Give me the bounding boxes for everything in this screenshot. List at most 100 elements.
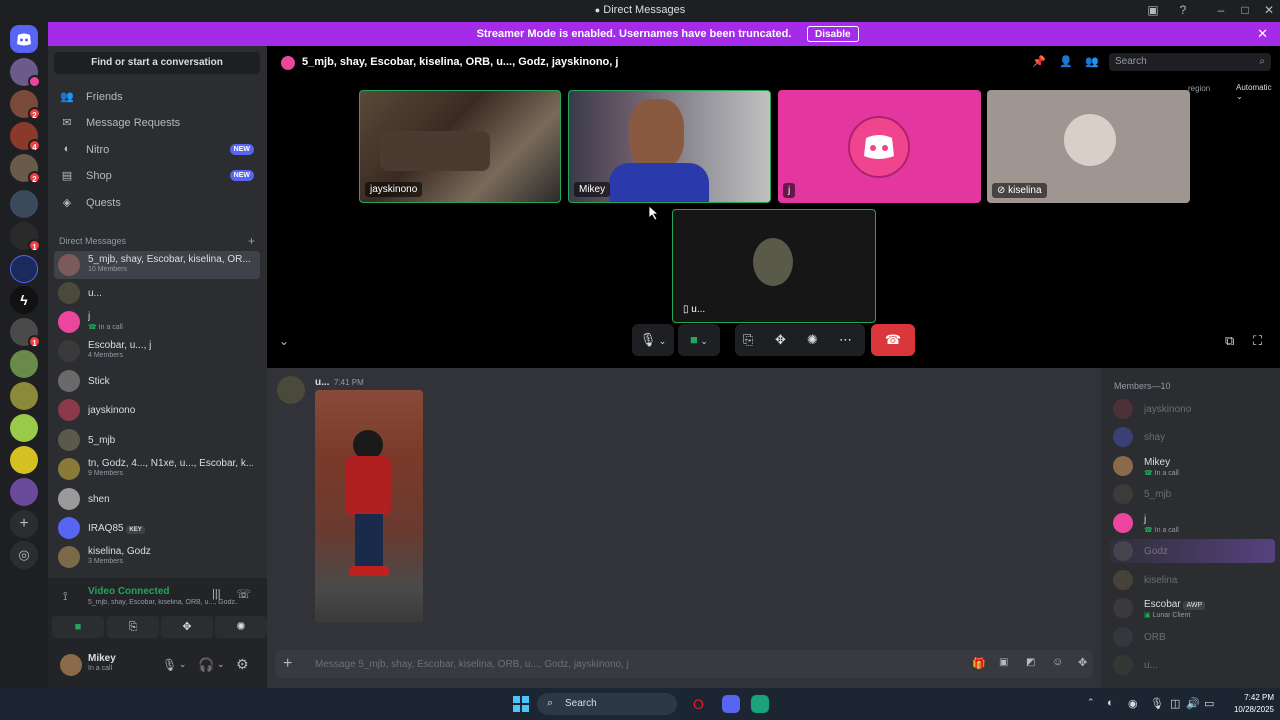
- server-icon[interactable]: 2: [10, 90, 41, 120]
- minimize-button[interactable]: –: [1212, 3, 1230, 17]
- tray-icon[interactable]: ◉: [1128, 697, 1138, 710]
- opera-icon[interactable]: O: [693, 696, 704, 712]
- discord-taskbar-icon[interactable]: [722, 695, 740, 713]
- server-icon[interactable]: 1: [10, 318, 41, 348]
- member-item[interactable]: j ☎ In a call: [1113, 511, 1273, 535]
- more-icon[interactable]: ⋯: [839, 324, 852, 356]
- mute-button[interactable]: 🎙 ⌄: [632, 324, 674, 356]
- member-item[interactable]: shay: [1113, 425, 1273, 449]
- activities-icon[interactable]: ✥: [775, 324, 786, 356]
- dm-item[interactable]: jayskinono: [54, 396, 260, 424]
- add-friends-icon[interactable]: 👤: [1059, 55, 1073, 68]
- member-item[interactable]: Mikey ☎ In a call: [1113, 454, 1273, 478]
- dm-item[interactable]: IRAQ85 KEY: [54, 514, 260, 542]
- nav-nitro[interactable]: ◐ Nitro NEW: [54, 138, 260, 162]
- disconnect-icon[interactable]: ☏: [236, 587, 251, 601]
- server-icon[interactable]: 2: [10, 154, 41, 184]
- fullscreen-icon[interactable]: ⛶: [1253, 333, 1262, 349]
- windows-start-icon[interactable]: [513, 696, 529, 712]
- dm-item[interactable]: tn, Godz, 4..., N1xe, u..., Escobar, k..…: [54, 455, 260, 483]
- popout-icon[interactable]: ⧉: [1225, 333, 1234, 349]
- dm-avatar-icon[interactable]: [10, 58, 41, 88]
- dm-item[interactable]: Stick: [54, 367, 260, 395]
- dm-item[interactable]: j ☎ In a call: [54, 308, 260, 336]
- member-item[interactable]: kiselina: [1113, 568, 1273, 592]
- screenshare-button[interactable]: ⎘: [107, 616, 159, 638]
- clock[interactable]: 7:42 PM 10/28/2025: [1222, 692, 1274, 716]
- discover-icon[interactable]: ◎: [10, 541, 38, 569]
- camera-toggle-button[interactable]: ■ ⌄: [678, 324, 720, 356]
- dm-item[interactable]: 5_mjb: [54, 426, 260, 454]
- pin-icon[interactable]: 📌: [1032, 55, 1046, 68]
- chevron-down-icon[interactable]: ⌄: [279, 334, 289, 348]
- gift-icon[interactable]: 🎁: [972, 657, 986, 670]
- server-icon[interactable]: 4: [10, 122, 41, 152]
- avatar[interactable]: [60, 654, 82, 676]
- region-select[interactable]: Automatic ⌄: [1236, 83, 1280, 101]
- member-item[interactable]: u...: [1113, 653, 1273, 677]
- sticker-icon[interactable]: ◩: [1026, 657, 1035, 668]
- add-server-icon[interactable]: +: [10, 510, 38, 538]
- server-icon[interactable]: [10, 382, 38, 410]
- close-banner-icon[interactable]: ✕: [1257, 26, 1268, 42]
- members-icon[interactable]: 👥: [1085, 55, 1099, 68]
- message-input[interactable]: + Message 5_mjb, shay, Escobar, kiselina…: [275, 650, 1093, 678]
- maximize-button[interactable]: □: [1236, 3, 1254, 17]
- battery-icon[interactable]: ▭: [1204, 697, 1214, 710]
- message-author[interactable]: u...: [315, 377, 329, 388]
- chevron-down-icon[interactable]: ⌄: [179, 659, 187, 670]
- video-tile-jayskinono[interactable]: jayskinono: [359, 90, 561, 203]
- video-tile-j[interactable]: j: [778, 90, 981, 203]
- member-item[interactable]: jayskinono: [1113, 397, 1273, 421]
- video-tile-mikey[interactable]: Mikey: [568, 90, 771, 203]
- member-item[interactable]: 5_mjb: [1113, 482, 1273, 506]
- inbox-icon[interactable]: ▣: [1144, 3, 1162, 17]
- close-window-button[interactable]: ✕: [1260, 3, 1278, 17]
- create-dm-icon[interactable]: +: [248, 234, 255, 248]
- find-conversation-button[interactable]: Find or start a conversation: [54, 52, 260, 74]
- chevron-down-icon[interactable]: ⌄: [217, 659, 225, 670]
- server-icon[interactable]: [10, 255, 38, 283]
- soundboard-button[interactable]: ✺: [215, 616, 267, 638]
- emoji-icon[interactable]: ☺: [1052, 656, 1063, 668]
- bolt-server-icon[interactable]: ϟ: [10, 286, 38, 314]
- app-taskbar-icon[interactable]: [751, 695, 769, 713]
- activities-button[interactable]: ✥: [161, 616, 213, 638]
- microphone-icon[interactable]: 🎙: [162, 658, 177, 672]
- tray-icon[interactable]: ◐: [1107, 697, 1114, 709]
- image-attachment[interactable]: [315, 390, 423, 623]
- dm-item[interactable]: shen: [54, 485, 260, 513]
- server-icon[interactable]: [10, 350, 38, 378]
- help-icon[interactable]: ?: [1174, 3, 1192, 17]
- search-input[interactable]: Search ⌕: [1109, 53, 1271, 71]
- dm-item[interactable]: kiselina, Godz 3 Members: [54, 543, 260, 571]
- attach-plus-icon[interactable]: +: [283, 655, 292, 673]
- screenshare-icon[interactable]: ⎘: [743, 324, 753, 356]
- hang-up-button[interactable]: ☎: [871, 324, 915, 356]
- soundboard-icon[interactable]: ✺: [807, 324, 818, 356]
- discord-home-icon[interactable]: [10, 25, 38, 53]
- taskbar-search[interactable]: ⌕ Search: [537, 693, 677, 715]
- dm-item[interactable]: u...: [54, 279, 260, 307]
- dm-item[interactable]: 5_mjb, shay, Escobar, kiselina, OR... 10 …: [54, 251, 260, 279]
- server-icon[interactable]: [10, 478, 38, 506]
- disable-streamer-button[interactable]: Disable: [807, 26, 859, 42]
- server-icon[interactable]: [10, 446, 38, 474]
- gif-icon[interactable]: ▣: [999, 657, 1008, 668]
- video-tile-u[interactable]: ▯ u...: [672, 209, 876, 323]
- volume-icon[interactable]: 🔊: [1186, 697, 1200, 710]
- chevron-up-icon[interactable]: ⌃: [1087, 697, 1095, 708]
- avatar[interactable]: [277, 376, 305, 404]
- member-item[interactable]: ORB: [1113, 625, 1273, 649]
- nav-friends[interactable]: 👥 Friends: [54, 85, 260, 109]
- nav-message-requests[interactable]: ✉ Message Requests: [54, 111, 260, 135]
- server-icon[interactable]: [10, 414, 38, 442]
- server-icon[interactable]: 1: [10, 222, 41, 252]
- camera-button[interactable]: ■: [52, 616, 104, 638]
- noise-suppression-icon[interactable]: |||: [212, 588, 221, 600]
- nav-shop[interactable]: ▤ Shop NEW: [54, 164, 260, 188]
- nav-quests[interactable]: ◈ Quests: [54, 191, 260, 215]
- headphones-icon[interactable]: 🎧: [198, 657, 214, 673]
- member-item[interactable]: Godz: [1113, 539, 1273, 563]
- signal-icon[interactable]: ⟟: [63, 589, 67, 604]
